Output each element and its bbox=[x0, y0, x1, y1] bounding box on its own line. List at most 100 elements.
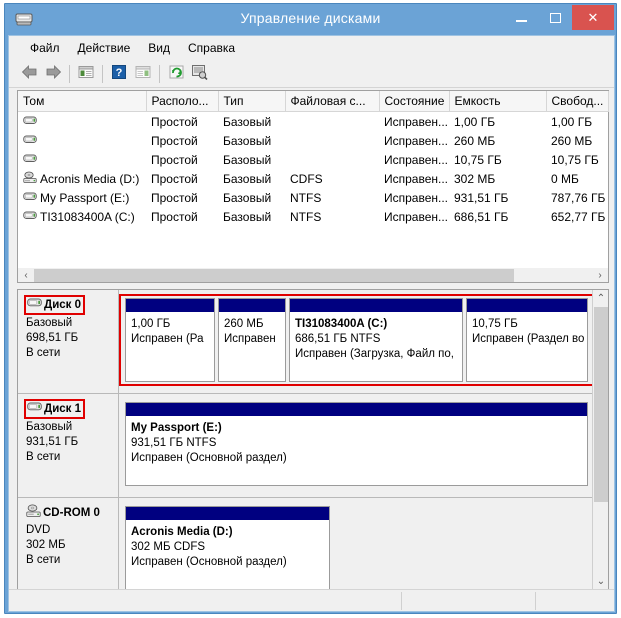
cell-volume[interactable]: TI31083400A (C:) bbox=[18, 207, 146, 226]
disk-drive-icon bbox=[27, 402, 42, 411]
disk-title-disk-1[interactable]: Диск 1 bbox=[24, 399, 86, 419]
cell-free: 260 МБ bbox=[551, 133, 593, 148]
show-console-tree-icon bbox=[78, 65, 94, 82]
cell-volume[interactable] bbox=[18, 112, 146, 132]
cell-free: 652,77 ГБ bbox=[551, 209, 606, 224]
volume-drive-icon bbox=[23, 211, 37, 219]
table-header-row: Том Располо... Тип Файловая с... Состоян… bbox=[18, 91, 609, 112]
rescan-disks-icon bbox=[192, 64, 208, 83]
cell-capacity: 10,75 ГБ bbox=[454, 152, 502, 167]
help-button[interactable]: ? bbox=[107, 63, 131, 85]
close-button[interactable]: ✕ bbox=[572, 5, 614, 30]
partition-status: Исправен (Раздел во bbox=[472, 333, 585, 345]
disk-state-label: В сети bbox=[26, 554, 61, 566]
partition-disk0-part3[interactable]: TI31083400A (C:) 686,51 ГБ NTFS Исправен (… bbox=[289, 298, 463, 382]
column-header-status[interactable]: Состояние bbox=[379, 91, 450, 112]
cell-type: Базовый bbox=[223, 133, 272, 148]
column-header-capacity[interactable]: Емкость bbox=[449, 91, 547, 112]
cell-free: 0 МБ bbox=[551, 171, 579, 186]
volume-drive-icon bbox=[23, 115, 37, 129]
cell-filesystem: NTFS bbox=[290, 190, 322, 205]
partition-cdrom0-part1[interactable]: Acronis Media (D:) 302 МБ CDFS Исправен (О… bbox=[125, 506, 330, 589]
list-horizontal-scrollbar[interactable]: ‹ › bbox=[17, 268, 609, 283]
show-action-pane-button[interactable] bbox=[131, 63, 155, 85]
rescan-disks-button[interactable] bbox=[188, 63, 212, 85]
maximize-button[interactable] bbox=[538, 5, 572, 30]
volume-name-label: My Passport (E:) bbox=[40, 190, 130, 205]
cell-filesystem bbox=[285, 150, 379, 169]
cell-free: 1,00 ГБ bbox=[551, 114, 593, 129]
table-row[interactable]: Простой Базовый Исправен... 10,75 ГБ 10,75 Г… bbox=[18, 150, 608, 169]
table-row[interactable]: My Passport (E:) Простой Базовый NTFS Исправ… bbox=[18, 188, 608, 207]
partition-info: 1,00 ГБ Исправен (Ра bbox=[126, 313, 214, 351]
minimize-button[interactable] bbox=[504, 5, 538, 30]
show-console-tree-button[interactable] bbox=[74, 63, 98, 85]
disk-header-disk-0[interactable]: Диск 0 Базовый 698,51 ГБ В сети bbox=[18, 290, 119, 393]
partition-disk0-part4[interactable]: 10,75 ГБ Исправен (Раздел во bbox=[466, 298, 588, 382]
column-header-volume[interactable]: Том bbox=[18, 91, 147, 112]
scroll-down-arrow-icon[interactable]: ⌄ bbox=[593, 573, 608, 589]
cell-volume[interactable] bbox=[18, 131, 146, 150]
table-row[interactable]: TI31083400A (C:) Простой Базовый NTFS Исправ… bbox=[18, 207, 608, 226]
refresh-button[interactable] bbox=[164, 63, 188, 85]
volume-drive-icon bbox=[23, 192, 37, 200]
volume-name-label: Acronis Media (D:) bbox=[40, 171, 140, 186]
disk-size-label: 302 МБ bbox=[26, 539, 66, 551]
scroll-thumb[interactable] bbox=[594, 307, 608, 502]
volume-drive-icon bbox=[23, 116, 37, 124]
table-row[interactable]: Простой Базовый Исправен... 260 МБ 260 МБ bbox=[18, 131, 608, 150]
disk-drive-icon bbox=[27, 297, 42, 313]
disk-size-label: 698,51 ГБ bbox=[26, 332, 79, 344]
scroll-right-arrow-icon[interactable]: › bbox=[592, 269, 608, 282]
menu-item-help[interactable]: Справка bbox=[179, 38, 244, 58]
cell-capacity: 686,51 ГБ bbox=[454, 209, 509, 224]
scroll-thumb[interactable] bbox=[34, 268, 514, 282]
cell-status: Исправен... bbox=[384, 152, 449, 167]
cell-type: Базовый bbox=[223, 152, 272, 167]
scroll-up-arrow-icon[interactable]: ⌃ bbox=[593, 290, 608, 306]
menu-item-view[interactable]: Вид bbox=[139, 38, 179, 58]
disk-title-cdrom-0[interactable]: CD-ROM 0 bbox=[26, 504, 100, 523]
partition-color-bar bbox=[467, 299, 587, 313]
back-button[interactable] bbox=[17, 63, 41, 85]
cell-volume[interactable] bbox=[18, 150, 146, 169]
disk-drive-icon bbox=[27, 401, 42, 417]
cell-volume[interactable]: Acronis Media (D:) bbox=[18, 169, 146, 188]
disk-type-label: DVD bbox=[26, 524, 51, 536]
column-header-filesystem[interactable]: Файловая с... bbox=[285, 91, 380, 112]
forward-button[interactable] bbox=[41, 63, 65, 85]
graph-vertical-scrollbar[interactable]: ⌃ ⌄ bbox=[592, 290, 608, 589]
cell-free: 10,75 ГБ bbox=[551, 152, 599, 167]
column-header-free[interactable]: Свобод... bbox=[546, 91, 609, 112]
partition-disk0-part2[interactable]: 260 МБ Исправен bbox=[218, 298, 286, 382]
disk-title-disk-0[interactable]: Диск 0 bbox=[24, 295, 86, 315]
column-header-type[interactable]: Тип bbox=[218, 91, 286, 112]
cell-layout: Простой bbox=[151, 171, 198, 186]
disk-type-label: Базовый bbox=[26, 421, 73, 433]
menu-item-file[interactable]: Файл bbox=[21, 38, 69, 58]
status-bar-divider bbox=[401, 592, 402, 610]
partition-disk1-part1[interactable]: My Passport (E:) 931,51 ГБ NTFS Исправен (… bbox=[125, 402, 588, 486]
partition-status: Исправен bbox=[224, 333, 276, 345]
table-row[interactable]: Acronis Media (D:) Простой Базовый CDFS Испр… bbox=[18, 169, 608, 188]
scroll-track[interactable] bbox=[34, 268, 592, 282]
volume-list-pane: Том Располо... Тип Файловая с... Состоян… bbox=[17, 90, 609, 282]
disk-header-disk-1[interactable]: Диск 1 Базовый 931,51 ГБ В сети bbox=[18, 394, 119, 497]
column-header-layout[interactable]: Располо... bbox=[146, 91, 219, 112]
minimize-icon bbox=[515, 20, 527, 22]
scroll-left-arrow-icon[interactable]: ‹ bbox=[18, 269, 34, 282]
toolbar-separator bbox=[102, 64, 103, 83]
partition-disk0-part1[interactable]: 1,00 ГБ Исправен (Ра bbox=[125, 298, 215, 382]
partition-status: Исправен (Ра bbox=[131, 333, 204, 345]
cell-filesystem bbox=[285, 131, 379, 150]
partition-info: Acronis Media (D:) 302 МБ CDFS Исправен (О… bbox=[126, 521, 329, 574]
cell-volume[interactable]: My Passport (E:) bbox=[18, 188, 146, 207]
help-icon: ? bbox=[112, 65, 126, 82]
disk-header-cdrom-0[interactable]: CD-ROM 0 DVD 302 МБ В сети bbox=[18, 498, 119, 589]
menu-item-action[interactable]: Действие bbox=[69, 38, 140, 58]
volume-name-label: TI31083400A (C:) bbox=[40, 209, 135, 224]
cell-layout: Простой bbox=[151, 190, 198, 205]
toolbar-separator bbox=[159, 64, 160, 83]
table-row[interactable]: Простой Базовый Исправен... 1,00 ГБ 1,00 ГБ bbox=[18, 112, 608, 132]
partition-size: 10,75 ГБ bbox=[472, 318, 518, 330]
